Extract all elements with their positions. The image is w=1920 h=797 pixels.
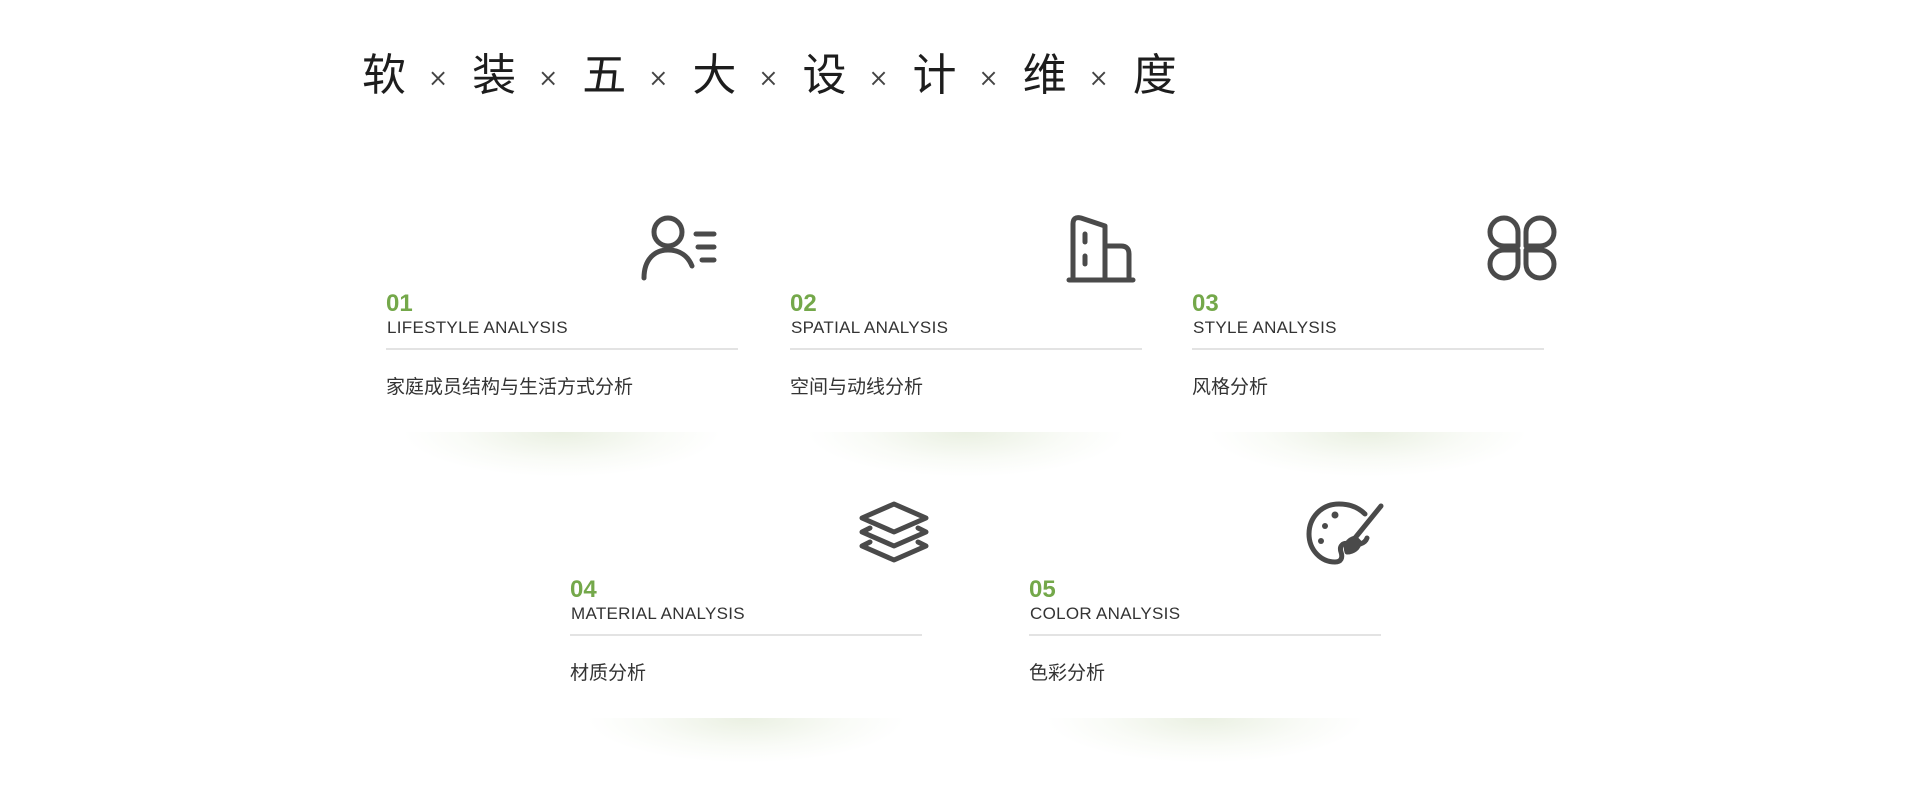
card-material-analysis: 04 MATERIAL ANALYSIS 材质分析 xyxy=(570,501,929,762)
card-english-title: STYLE ANALYSIS xyxy=(1193,318,1337,337)
title-separator: × xyxy=(758,64,779,92)
person-list-icon xyxy=(638,212,718,284)
title-separator: × xyxy=(868,64,889,92)
title-char: 装 xyxy=(472,50,517,101)
card-english-title: COLOR ANALYSIS xyxy=(1030,604,1181,623)
title-char: 设 xyxy=(802,50,847,101)
title-char: 五 xyxy=(582,50,627,101)
card-shadow xyxy=(406,432,718,476)
card-chinese-label: 空间与动线分析 xyxy=(790,377,924,398)
card-divider xyxy=(1029,634,1381,636)
title-char: 大 xyxy=(692,50,737,101)
card-chinese-label: 家庭成员结构与生活方式分析 xyxy=(386,377,634,398)
card-english-title: SPATIAL ANALYSIS xyxy=(791,318,949,337)
card-chinese-label: 材质分析 xyxy=(570,663,647,684)
card-lifestyle-analysis: 01 LIFESTYLE ANALYSIS 家庭成员结构与生活方式分析 xyxy=(386,215,738,476)
clover-icon xyxy=(1482,212,1562,284)
building-icon xyxy=(1065,212,1145,284)
title-separator: × xyxy=(648,64,669,92)
title-separator: × xyxy=(978,64,999,92)
card-number: 04 xyxy=(570,576,597,603)
card-divider xyxy=(570,634,922,636)
card-shadow xyxy=(590,718,902,762)
card-color-analysis: 05 COLOR ANALYSIS 色彩分析 xyxy=(1029,501,1384,762)
card-shadow xyxy=(1049,718,1361,762)
title-separator: × xyxy=(1088,64,1109,92)
title-char: 计 xyxy=(912,50,957,101)
card-spatial-analysis: 02 SPATIAL ANALYSIS 空间与动线分析 xyxy=(790,215,1142,476)
card-style-analysis: 03 STYLE ANALYSIS 风格分析 xyxy=(1192,215,1557,476)
card-number: 01 xyxy=(386,290,413,317)
card-number: 05 xyxy=(1029,576,1056,603)
palette-icon xyxy=(1305,498,1385,570)
card-chinese-label: 色彩分析 xyxy=(1029,663,1106,684)
card-number: 02 xyxy=(790,290,817,317)
title-char: 度 xyxy=(1132,50,1177,101)
card-number: 03 xyxy=(1192,290,1219,317)
card-english-title: MATERIAL ANALYSIS xyxy=(571,604,745,623)
card-divider xyxy=(790,348,1142,350)
card-english-title: LIFESTYLE ANALYSIS xyxy=(387,318,568,337)
title-char: 软 xyxy=(362,50,406,101)
page-title: 软 × 装 × 五 × 大 × 设 × 计 × 维 × 度 xyxy=(362,46,1177,106)
layers-icon xyxy=(854,498,934,570)
card-divider xyxy=(386,348,738,350)
title-char: 维 xyxy=(1022,50,1067,101)
title-separator: × xyxy=(538,64,559,92)
card-shadow xyxy=(810,432,1122,476)
card-chinese-label: 风格分析 xyxy=(1192,377,1269,398)
card-divider xyxy=(1192,348,1544,350)
card-shadow xyxy=(1212,432,1524,476)
title-separator: × xyxy=(428,64,449,92)
